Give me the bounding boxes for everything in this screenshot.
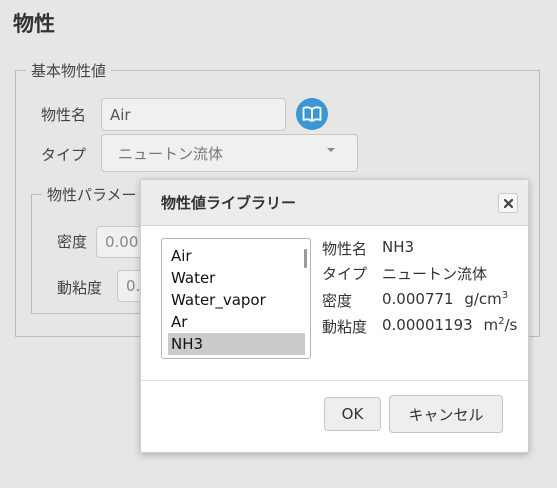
- viscosity-unit-base: m: [483, 316, 499, 334]
- detail-viscosity-label: 動粘度: [322, 318, 368, 336]
- detail-type-label: タイプ: [322, 265, 368, 283]
- parameters-legend: 物性パラメー: [47, 186, 137, 204]
- density-unit: g/cm3: [464, 290, 508, 308]
- list-item[interactable]: Water: [168, 267, 305, 289]
- name-label: 物性名: [41, 106, 87, 124]
- material-list[interactable]: Air Water Water_vapor Ar NH3: [161, 238, 311, 359]
- density-number: 0.000771: [382, 290, 454, 308]
- density-unit-exponent: 3: [501, 290, 509, 301]
- library-dialog: 物性値ライブラリー Air Water Water_vapor Ar NH3 物…: [140, 179, 529, 453]
- page-title: 物性: [13, 12, 55, 36]
- viscosity-label: 動粘度: [57, 279, 103, 297]
- list-item[interactable]: Air: [168, 245, 305, 267]
- viscosity-number: 0.00001193: [382, 316, 473, 334]
- detail-density-label: 密度: [322, 292, 353, 310]
- type-select-value: ニュートン流体: [118, 144, 224, 163]
- chevron-down-icon: [327, 148, 335, 152]
- basic-properties-legend: 基本物性値: [31, 62, 107, 80]
- dialog-title: 物性値ライブラリー: [161, 194, 297, 212]
- name-field[interactable]: Air: [101, 98, 286, 131]
- detail-name-value: NH3: [382, 238, 415, 256]
- list-item[interactable]: Water_vapor: [168, 289, 305, 311]
- type-label: タイプ: [41, 146, 87, 164]
- type-select[interactable]: ニュートン流体: [101, 134, 358, 172]
- name-field-value: Air: [110, 105, 131, 124]
- dialog-footer: [141, 380, 528, 381]
- detail-viscosity-value: 0.00001193 m2/s: [382, 316, 517, 334]
- close-icon: [503, 198, 513, 208]
- book-icon: [302, 106, 322, 122]
- viscosity-unit-suffix: /s: [504, 316, 518, 334]
- dialog-close-button[interactable]: [498, 193, 518, 213]
- dialog-header: 物性値ライブラリー: [141, 180, 528, 226]
- list-item-selected[interactable]: NH3: [168, 333, 305, 355]
- ok-button[interactable]: OK: [324, 397, 381, 431]
- library-button[interactable]: [296, 98, 328, 130]
- detail-type-value: ニュートン流体: [382, 265, 488, 283]
- list-item[interactable]: Ar: [168, 311, 305, 333]
- list-scrollbar[interactable]: [304, 249, 307, 268]
- density-label: 密度: [57, 233, 88, 251]
- detail-density-value: 0.000771 g/cm3: [382, 290, 508, 308]
- viscosity-unit: m2/s: [483, 316, 517, 334]
- density-unit-base: g/cm: [464, 290, 502, 308]
- cancel-button[interactable]: キャンセル: [389, 395, 503, 433]
- detail-name-label: 物性名: [322, 240, 368, 258]
